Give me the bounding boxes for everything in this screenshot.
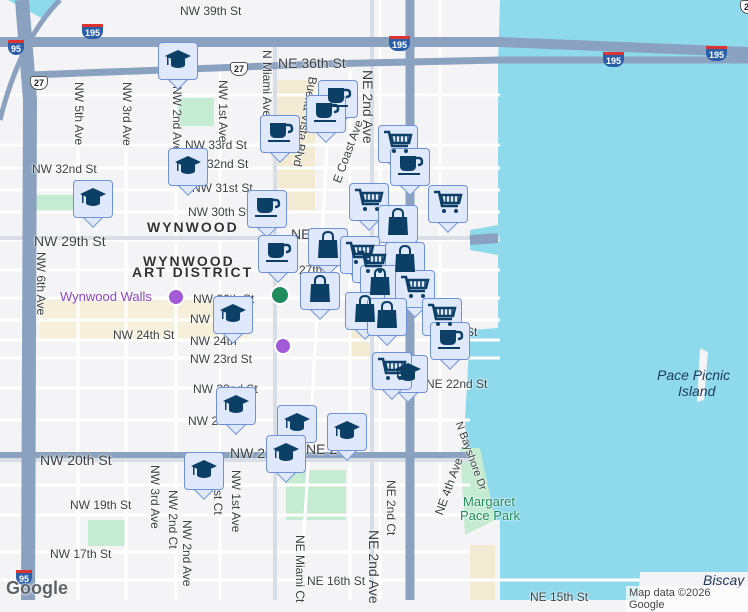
coffee-icon bbox=[396, 153, 424, 182]
street-label: NW 24th St bbox=[113, 328, 175, 342]
coffee-icon bbox=[264, 240, 292, 269]
street-label: NW 3rd Ave bbox=[148, 465, 162, 529]
street-label: NE 16th St bbox=[307, 574, 366, 588]
map-marker-bag[interactable] bbox=[300, 272, 340, 320]
street-label: NW 5th Ave bbox=[72, 82, 86, 146]
school-icon bbox=[164, 47, 192, 76]
street-label: NE 22nd St bbox=[426, 377, 488, 391]
school-icon bbox=[333, 418, 361, 447]
island-label: Pace Picnic bbox=[657, 367, 731, 383]
school-icon bbox=[219, 301, 247, 330]
map-attribution[interactable]: Map data ©2026 Google bbox=[626, 586, 748, 612]
street-label: NW 32nd St bbox=[32, 162, 97, 176]
street-label: NW 3rd Ave bbox=[120, 82, 134, 146]
street-label: NW 2 bbox=[188, 414, 218, 428]
school-icon bbox=[79, 185, 107, 214]
bag-icon bbox=[308, 274, 332, 308]
map-marker-school[interactable] bbox=[327, 413, 367, 461]
map-marker-cart[interactable] bbox=[372, 352, 412, 400]
street-label: N Miami Ave bbox=[260, 50, 274, 118]
map-marker-school[interactable] bbox=[216, 387, 256, 435]
coffee-icon bbox=[312, 100, 340, 129]
map-marker-cart[interactable] bbox=[428, 185, 468, 233]
bag-icon bbox=[316, 230, 340, 264]
map-marker-school[interactable] bbox=[184, 452, 224, 500]
map-marker-school[interactable] bbox=[73, 180, 113, 228]
google-logo: Google bbox=[6, 578, 68, 598]
street-label: NW 2nd Ct bbox=[166, 490, 180, 549]
museum-icon[interactable] bbox=[274, 337, 292, 355]
interstate-195-shield: 195 bbox=[603, 52, 625, 67]
coffee-icon bbox=[436, 327, 464, 356]
coffee-icon bbox=[253, 195, 281, 224]
poi-wynwood-walls[interactable]: Wynwood Walls bbox=[60, 289, 152, 304]
street-label: NE 36th St bbox=[278, 55, 346, 71]
map-marker-school[interactable] bbox=[266, 435, 306, 483]
school-icon bbox=[190, 457, 218, 486]
school-icon bbox=[174, 153, 202, 182]
map-marker-school[interactable] bbox=[213, 296, 253, 344]
us-27-shield: 27 bbox=[230, 62, 249, 76]
coffee-icon bbox=[266, 120, 294, 149]
street-label: 32nd St bbox=[207, 157, 249, 171]
park-label: Margaret bbox=[463, 494, 516, 509]
street-label: NW 39th St bbox=[180, 4, 242, 18]
street-label: NW 20th St bbox=[40, 452, 112, 468]
park-label: Pace Park bbox=[460, 508, 520, 523]
street-label: NW 1st Ave bbox=[229, 470, 243, 533]
interstate-195-shield: 195 bbox=[706, 46, 728, 61]
street-label: NE 15th St bbox=[530, 590, 589, 604]
street-label: NW 2nd Ave bbox=[170, 86, 184, 153]
map-marker-coffee[interactable] bbox=[390, 148, 430, 196]
street-label: NE 2nd Ct bbox=[384, 480, 398, 536]
neighborhood-label-wynwood: WYNWOOD bbox=[147, 219, 239, 235]
school-icon bbox=[222, 392, 250, 421]
street-label: NW 23rd St bbox=[190, 352, 253, 366]
island-label: Island bbox=[678, 383, 716, 399]
bag-icon bbox=[375, 300, 399, 334]
street-label: NE 2nd Ave bbox=[366, 530, 382, 604]
street-label: NE Miami Ct bbox=[293, 535, 307, 603]
street-label: NE 2nd Ave bbox=[360, 70, 376, 144]
interstate-195-shield: 195 bbox=[82, 24, 104, 39]
street-label: NW 19th St bbox=[70, 498, 132, 512]
interstate-195-shield: 195 bbox=[389, 36, 411, 51]
street-label: NW 2nd Ave bbox=[180, 520, 194, 587]
map-marker-coffee[interactable] bbox=[247, 190, 287, 238]
school-icon bbox=[272, 440, 300, 469]
us-27-shield: 27 bbox=[30, 76, 49, 90]
map-marker-school[interactable] bbox=[158, 42, 198, 90]
map-marker-coffee[interactable] bbox=[430, 322, 470, 370]
place-pin-icon[interactable] bbox=[270, 285, 290, 305]
street-label: NW 30th St bbox=[188, 205, 250, 219]
museum-icon[interactable] bbox=[167, 288, 185, 306]
street-label: NW 6th Ave bbox=[34, 252, 48, 316]
street-label: NW 1st Ave bbox=[216, 80, 230, 143]
neighborhood-label-art-district: ART DISTRICT bbox=[132, 264, 254, 280]
street-label: NW 17th St bbox=[50, 547, 112, 561]
street-label: NW 29th St bbox=[34, 233, 106, 249]
map-marker-coffee[interactable] bbox=[258, 235, 298, 283]
map-marker-school[interactable] bbox=[168, 148, 208, 196]
cart-icon bbox=[433, 189, 463, 220]
map-marker-coffee[interactable] bbox=[260, 115, 300, 163]
bag-icon bbox=[386, 207, 410, 241]
